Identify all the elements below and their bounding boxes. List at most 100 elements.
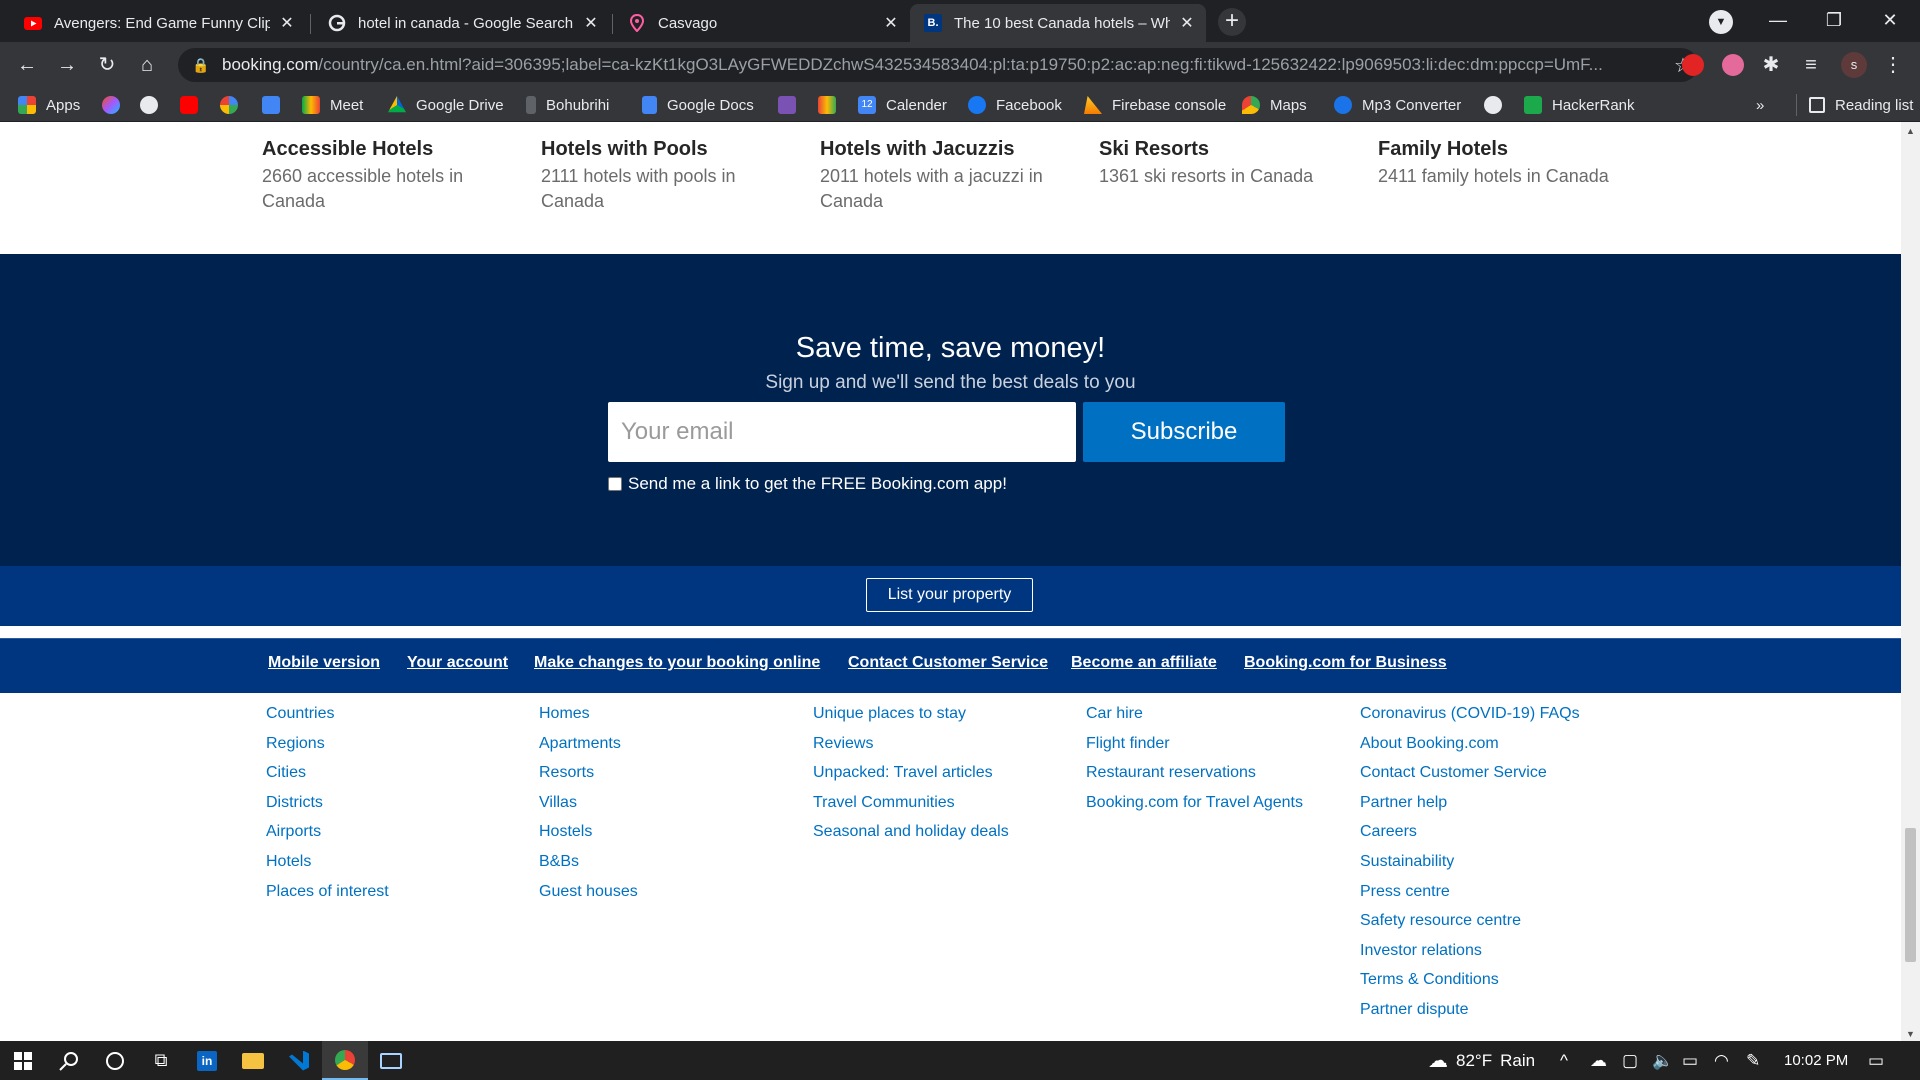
tab-google-search[interactable]: hotel in canada - Google Search ✕ xyxy=(314,4,610,42)
footer-link-become-affiliate[interactable]: Become an affiliate xyxy=(1071,654,1217,672)
property-type-title[interactable]: Accessible Hotels xyxy=(262,136,522,162)
footer-link-contact-customer-service[interactable]: Contact Customer Service xyxy=(848,654,1048,672)
footer-link-booking-for-business[interactable]: Booking.com for Business xyxy=(1244,654,1447,672)
sitemap-link[interactable]: Places of interest xyxy=(266,877,389,907)
cortana-icon[interactable] xyxy=(92,1041,138,1080)
bookmark-settings[interactable] xyxy=(1484,94,1502,116)
sitemap-link[interactable]: About Booking.com xyxy=(1360,729,1580,759)
sitemap-link[interactable]: Flight finder xyxy=(1086,729,1303,759)
sitemap-link[interactable]: Unique places to stay xyxy=(813,699,1009,729)
sitemap-link[interactable]: Terms & Conditions xyxy=(1360,965,1580,995)
sitemap-link[interactable]: Regions xyxy=(266,729,389,759)
sitemap-link[interactable]: Seasonal and holiday deals xyxy=(813,817,1009,847)
sitemap-link[interactable]: Countries xyxy=(266,699,389,729)
bookmark-github[interactable] xyxy=(140,94,158,116)
volume-icon[interactable]: 🔈 xyxy=(1652,1041,1673,1080)
property-type-card[interactable]: Hotels with Pools 2111 hotels with pools… xyxy=(541,136,801,214)
profile-avatar[interactable]: s xyxy=(1841,52,1867,78)
address-bar[interactable]: 🔒 booking.com/country/ca.en.html?aid=306… xyxy=(178,48,1698,82)
tray-chevron-icon[interactable]: ^ xyxy=(1560,1041,1568,1080)
windows-start-icon[interactable] xyxy=(0,1041,46,1080)
bookmark-maps[interactable]: Maps xyxy=(1242,94,1307,116)
sitemap-link[interactable]: Hostels xyxy=(539,817,638,847)
chrome-taskbar-icon[interactable] xyxy=(322,1041,368,1080)
clock-time[interactable]: 10:02 PM xyxy=(1784,1041,1848,1080)
property-type-card[interactable]: Hotels with Jacuzzis 2011 hotels with a … xyxy=(820,136,1050,214)
bookmark-google-docs[interactable]: Google Docs xyxy=(642,94,754,116)
snipping-tool-icon[interactable] xyxy=(368,1041,414,1080)
bookmark-facebook[interactable]: Facebook xyxy=(968,94,1062,116)
tab-youtube[interactable]: Avengers: End Game Funny Clips ✕ xyxy=(10,4,306,42)
tab-search-icon[interactable]: ▼ xyxy=(1709,10,1733,34)
scroll-down-arrow-icon[interactable]: ▼ xyxy=(1901,1029,1920,1039)
battery-icon[interactable]: ▭ xyxy=(1682,1041,1698,1080)
tab-booking-active[interactable]: B. The 10 best Canada hotels – Whe ✕ xyxy=(910,4,1206,42)
home-icon[interactable]: ⌂ xyxy=(132,50,162,80)
reload-icon[interactable]: ↻ xyxy=(92,50,122,80)
bookmark-meet[interactable]: Meet xyxy=(302,94,363,116)
file-explorer-icon[interactable] xyxy=(230,1041,276,1080)
linkedin-icon[interactable]: in xyxy=(184,1041,230,1080)
sitemap-link[interactable]: Restaurant reservations xyxy=(1086,758,1303,788)
sitemap-link[interactable]: Safety resource centre xyxy=(1360,906,1580,936)
sitemap-link[interactable]: Reviews xyxy=(813,729,1009,759)
email-input[interactable] xyxy=(608,402,1076,462)
bookmark-gmail[interactable] xyxy=(818,94,836,116)
new-tab-button[interactable]: + xyxy=(1218,8,1246,36)
app-link-option[interactable]: Send me a link to get the FREE Booking.c… xyxy=(608,474,1007,494)
app-link-label[interactable]: Send me a link to get the FREE Booking.c… xyxy=(628,474,1007,494)
property-type-title[interactable]: Ski Resorts xyxy=(1099,136,1359,162)
property-type-card[interactable]: Family Hotels 2411 family hotels in Cana… xyxy=(1378,136,1638,189)
page-scrollbar[interactable]: ▲ ▼ xyxy=(1901,122,1920,1041)
extension-pink-icon[interactable] xyxy=(1722,54,1744,76)
sitemap-link[interactable]: Apartments xyxy=(539,729,638,759)
wifi-icon[interactable]: ◠ xyxy=(1714,1041,1729,1080)
bookmark-bootstrap[interactable] xyxy=(778,94,796,116)
property-type-title[interactable]: Hotels with Pools xyxy=(541,136,801,162)
bookmark-mp3-converter[interactable]: Mp3 Converter xyxy=(1334,94,1461,116)
close-tab-icon[interactable]: ✕ xyxy=(882,13,900,33)
sitemap-link[interactable]: Coronavirus (COVID-19) FAQs xyxy=(1360,699,1580,729)
bookmark-hackerrank[interactable]: HackerRank xyxy=(1524,94,1635,116)
scrollbar-thumb[interactable] xyxy=(1905,828,1916,962)
search-icon[interactable] xyxy=(46,1041,92,1080)
bookmark-youtube[interactable] xyxy=(180,94,198,116)
sitemap-link[interactable]: B&Bs xyxy=(539,847,638,877)
sitemap-link[interactable]: Car hire xyxy=(1086,699,1303,729)
meet-now-icon[interactable]: ▢ xyxy=(1622,1041,1638,1080)
property-type-title[interactable]: Family Hotels xyxy=(1378,136,1638,162)
sitemap-link[interactable]: Districts xyxy=(266,788,389,818)
sitemap-link[interactable]: Travel Communities xyxy=(813,788,1009,818)
extension-red-icon[interactable] xyxy=(1682,54,1704,76)
sitemap-link[interactable]: Resorts xyxy=(539,758,638,788)
footer-link-your-account[interactable]: Your account xyxy=(407,654,508,672)
close-tab-icon[interactable]: ✕ xyxy=(278,13,296,33)
tab-casvago[interactable]: Casvago ✕ xyxy=(614,4,910,42)
bookmarks-overflow-button[interactable]: » xyxy=(1756,94,1764,116)
sitemap-link[interactable]: Partner help xyxy=(1360,788,1580,818)
close-tab-icon[interactable]: ✕ xyxy=(1178,13,1196,33)
pen-icon[interactable]: ✎ xyxy=(1746,1041,1760,1080)
close-window-icon[interactable]: ✕ xyxy=(1862,0,1918,42)
lock-icon[interactable]: 🔒 xyxy=(192,57,210,74)
back-icon[interactable]: ← xyxy=(12,50,42,80)
scroll-up-arrow-icon[interactable]: ▲ xyxy=(1901,126,1920,136)
bookmark-firebase[interactable]: Firebase console xyxy=(1084,94,1226,116)
subscribe-button[interactable]: Subscribe xyxy=(1083,402,1285,462)
app-link-checkbox[interactable] xyxy=(608,477,622,491)
bookmark-calender[interactable]: 12 Calender xyxy=(858,94,947,116)
property-type-card[interactable]: Ski Resorts 1361 ski resorts in Canada xyxy=(1099,136,1359,189)
sitemap-link[interactable]: Homes xyxy=(539,699,638,729)
sitemap-link[interactable]: Sustainability xyxy=(1360,847,1580,877)
media-control-icon[interactable]: ≡ xyxy=(1796,50,1826,80)
list-your-property-button[interactable]: List your property xyxy=(866,578,1033,612)
sitemap-link[interactable]: Airports xyxy=(266,817,389,847)
bookmark-apps[interactable]: Apps xyxy=(18,94,80,116)
sitemap-link[interactable]: Booking.com for Travel Agents xyxy=(1086,788,1303,818)
menu-kebab-icon[interactable]: ⋮ xyxy=(1878,50,1908,80)
minimize-icon[interactable]: — xyxy=(1750,0,1806,42)
url-text[interactable]: booking.com/country/ca.en.html?aid=30639… xyxy=(222,55,1668,75)
onedrive-icon[interactable]: ☁ xyxy=(1590,1041,1607,1080)
sitemap-link[interactable]: Villas xyxy=(539,788,638,818)
forward-icon[interactable]: → xyxy=(52,50,82,80)
